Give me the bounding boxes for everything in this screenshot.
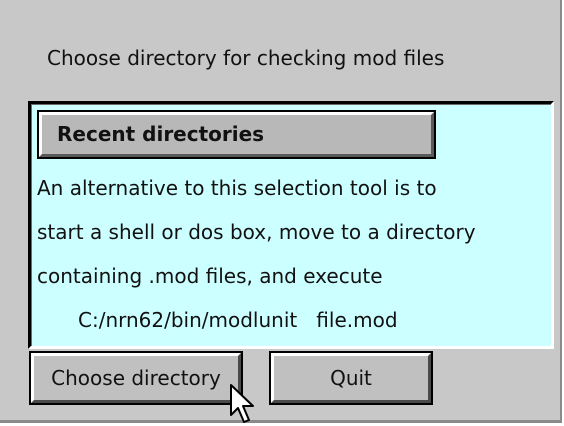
dialog-heading: Choose directory for checking mod files bbox=[47, 46, 445, 70]
quit-button[interactable]: Quit bbox=[269, 351, 433, 405]
command-text: C:/nrn62/bin/modlunit file.mod bbox=[78, 308, 398, 332]
info-panel: Recent directories An alternative to thi… bbox=[28, 101, 554, 349]
dialog-window: Choose directory for checking mod files … bbox=[0, 0, 562, 423]
help-text-line-1: An alternative to this selection tool is… bbox=[37, 176, 437, 200]
help-text-line-3: containing .mod files, and execute bbox=[37, 264, 383, 288]
recent-directories-button[interactable]: Recent directories bbox=[37, 110, 436, 159]
choose-directory-button[interactable]: Choose directory bbox=[29, 351, 243, 405]
help-text-line-2: start a shell or dos box, move to a dire… bbox=[37, 220, 476, 244]
